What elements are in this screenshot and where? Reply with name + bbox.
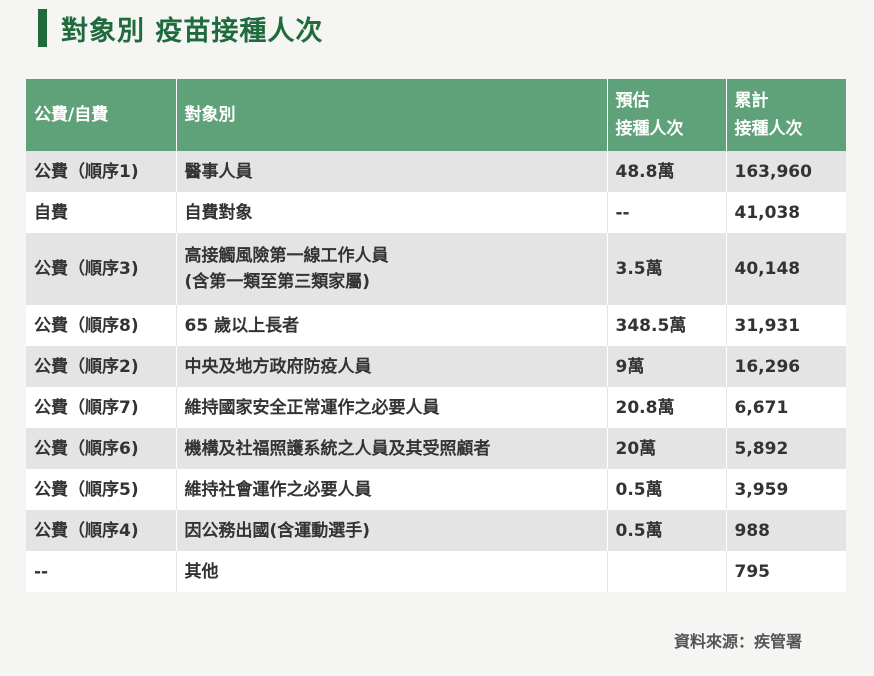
data-source-note: 資料來源：疾管署 [673,632,802,651]
cell-estimated [607,551,727,592]
cell-cumulative: 31,931 [726,305,846,346]
header-cumulative-line1: 累計 [734,91,769,111]
cell-cumulative: 40,148 [726,233,846,305]
table-row: 公費（順序3) 高接觸風險第一線工作人員 (含第一類至第三類家屬) 3.5萬 4… [26,233,846,305]
cell-cumulative: 3,959 [726,469,846,510]
header-funding-type: 公費/自費 [26,79,177,151]
table-row: 公費（順序4) 因公務出國(含運動選手) 0.5萬 988 [26,510,846,551]
cell-target-group: 中央及地方政府防疫人員 [176,346,608,387]
cell-funding-type: 公費（順序3) [26,233,177,305]
cell-funding-type: 公費（順序5) [26,469,177,510]
table-row: 公費（順序6) 機構及社福照護系統之人員及其受照顧者 20萬 5,892 [26,428,846,469]
cell-target-group: 高接觸風險第一線工作人員 (含第一類至第三類家屬) [176,233,608,305]
cell-cumulative: 163,960 [726,151,846,192]
table-row: 公費（順序7) 維持國家安全正常運作之必要人員 20.8萬 6,671 [26,387,846,428]
cell-cumulative: 16,296 [726,346,846,387]
cell-target-group: 因公務出國(含運動選手) [176,510,608,551]
header-target-group: 對象別 [176,79,608,151]
cell-cumulative: 6,671 [726,387,846,428]
table-row: 公費（順序8) 65 歲以上長者 348.5萬 31,931 [26,305,846,346]
cell-target-group: 維持國家安全正常運作之必要人員 [176,387,608,428]
cell-funding-type: 公費（順序8) [26,305,177,346]
cell-funding-type: 公費（順序7) [26,387,177,428]
cell-target-group-line1: 高接觸風險第一線工作人員 [184,246,389,266]
cell-target-group: 醫事人員 [176,151,608,192]
cell-estimated: 0.5萬 [607,510,727,551]
cell-cumulative: 988 [726,510,846,551]
cell-estimated: 48.8萬 [607,151,727,192]
vaccination-table: 公費/自費 對象別 預估 接種人次 累計 接種人次 公費（順序1) 醫事人員 4… [26,79,846,592]
cell-estimated: 0.5萬 [607,469,727,510]
cell-target-group-line2: (含第一類至第三類家屬) [184,272,371,292]
table-row: -- 其他 795 [26,551,846,592]
cell-funding-type: -- [26,551,177,592]
page-title-container: 對象別 疫苗接種人次 [38,8,323,48]
cell-cumulative: 795 [726,551,846,592]
cell-funding-type: 自費 [26,192,177,233]
cell-target-group: 維持社會運作之必要人員 [176,469,608,510]
page-title: 對象別 疫苗接種人次 [61,15,324,47]
header-estimated-line1: 預估 [615,91,650,111]
title-accent-bar [38,9,47,47]
table-row: 自費 自費對象 -- 41,038 [26,192,846,233]
cell-target-group: 65 歲以上長者 [176,305,608,346]
header-cumulative: 累計 接種人次 [726,79,846,151]
table-row: 公費（順序2) 中央及地方政府防疫人員 9萬 16,296 [26,346,846,387]
header-estimated-line2: 接種人次 [615,119,684,139]
cell-estimated: 3.5萬 [607,233,727,305]
cell-funding-type: 公費（順序4) [26,510,177,551]
cell-funding-type: 公費（順序1) [26,151,177,192]
cell-funding-type: 公費（順序2) [26,346,177,387]
cell-estimated: 9萬 [607,346,727,387]
header-estimated: 預估 接種人次 [607,79,727,151]
cell-target-group: 機構及社福照護系統之人員及其受照顧者 [176,428,608,469]
cell-target-group: 自費對象 [176,192,608,233]
cell-estimated: -- [607,192,727,233]
cell-estimated: 20萬 [607,428,727,469]
cell-funding-type: 公費（順序6) [26,428,177,469]
cell-estimated: 20.8萬 [607,387,727,428]
cell-cumulative: 5,892 [726,428,846,469]
cell-cumulative: 41,038 [726,192,846,233]
cell-target-group: 其他 [176,551,608,592]
table-header-row: 公費/自費 對象別 預估 接種人次 累計 接種人次 [26,79,846,151]
header-cumulative-line2: 接種人次 [734,119,803,139]
cell-estimated: 348.5萬 [607,305,727,346]
table-row: 公費（順序1) 醫事人員 48.8萬 163,960 [26,151,846,192]
table-row: 公費（順序5) 維持社會運作之必要人員 0.5萬 3,959 [26,469,846,510]
